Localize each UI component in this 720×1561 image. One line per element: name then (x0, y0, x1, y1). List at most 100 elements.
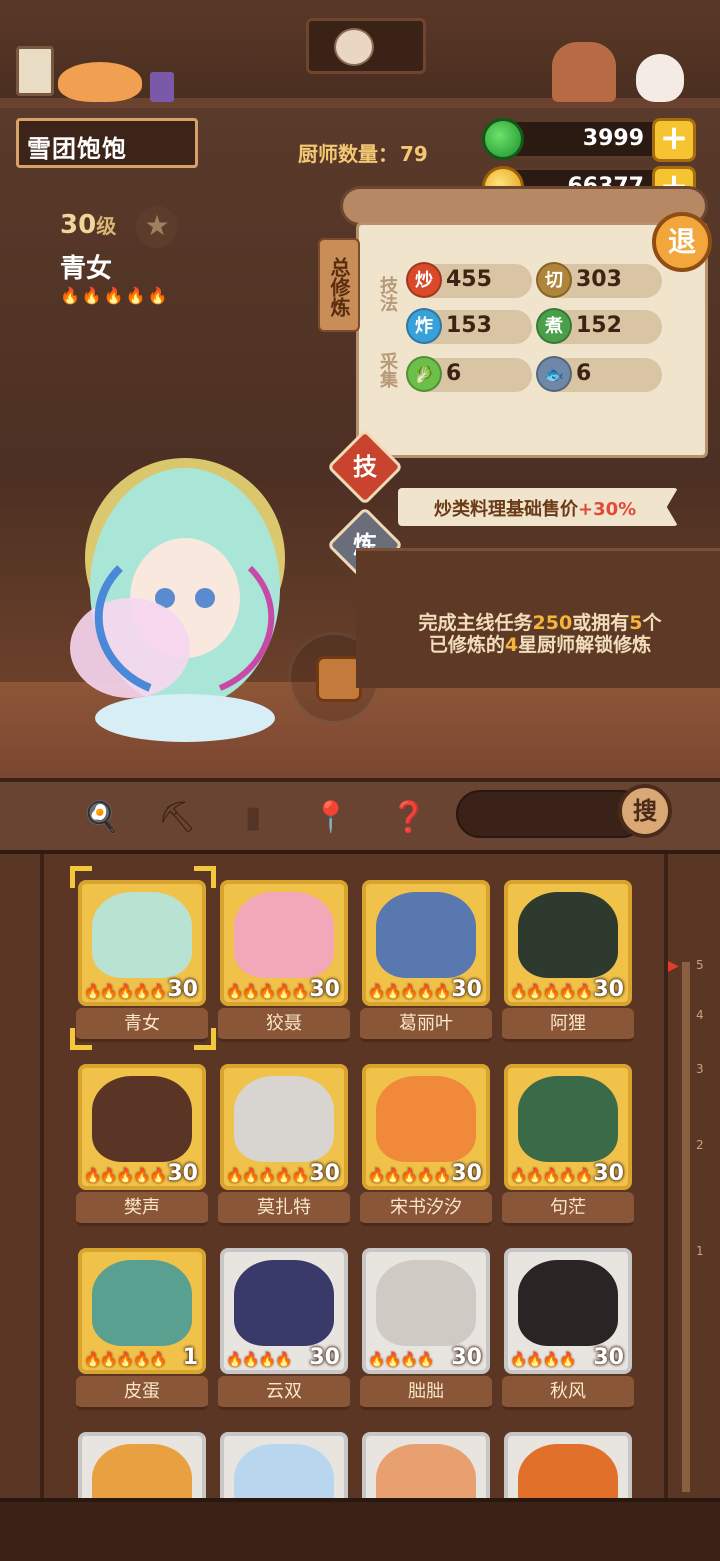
chef-card-level: 30 (451, 977, 482, 1002)
chef-card[interactable]: 🔥🔥🔥🔥🔥 30 (504, 1064, 632, 1190)
quit-button[interactable]: 退 (652, 212, 712, 272)
chef-card-name[interactable]: 皮蛋 (76, 1376, 208, 1410)
scale-mark-5: 5 (696, 958, 704, 972)
chef-card-name[interactable]: 樊声 (76, 1192, 208, 1226)
chef-card[interactable]: 🔥🔥🔥🔥 30 (220, 1248, 348, 1374)
orange-cat-decoration (58, 62, 142, 102)
chef-character[interactable] (60, 448, 310, 748)
fish-icon: 🐟 (536, 356, 572, 392)
map-question-icon[interactable]: ❓ (386, 796, 432, 840)
chef-card-name[interactable]: 句茫 (502, 1192, 634, 1226)
panel-rod (340, 186, 708, 226)
chef-card-level: 30 (167, 1161, 198, 1186)
chef-card-name[interactable]: 葛丽叶 (360, 1008, 492, 1042)
chef-card-flames: 🔥🔥🔥🔥🔥 (368, 984, 451, 1000)
shovel-filter-icon[interactable]: ⛏ (154, 796, 200, 840)
jar-filter-icon[interactable]: ▮ (230, 796, 276, 840)
chef-count-value: 79 (400, 142, 428, 166)
chef-card-name[interactable]: 青女 (76, 1008, 208, 1042)
jar-decoration (150, 72, 174, 102)
scale-mark-4: 4 (696, 1008, 704, 1022)
chef-count: 厨师数量： 79 (296, 138, 428, 167)
player-name[interactable]: 雪团饱饱 (16, 118, 198, 168)
chef-portrait (376, 1076, 476, 1162)
chef-card-flames: 🔥🔥🔥🔥🔥 (84, 1168, 167, 1184)
chef-portrait (518, 892, 618, 978)
chef-card[interactable]: 🔥🔥🔥🔥🔥 30 (78, 880, 206, 1006)
star-icon[interactable]: ★ (136, 206, 178, 248)
chef-card-level: 30 (593, 1345, 624, 1370)
search-button[interactable]: 搜 (618, 784, 672, 838)
chef-card-name[interactable]: 狡聂 (218, 1008, 350, 1042)
chef-card[interactable]: 🔥🔥🔥🔥🔥 30 (78, 1064, 206, 1190)
chef-level-unit: 级 (96, 214, 117, 238)
selection-corner (194, 1028, 216, 1050)
bonus-percent: +30% (578, 499, 637, 520)
chef-portrait (234, 1076, 334, 1162)
scale-mark-3: 3 (696, 1062, 704, 1076)
chef-card[interactable]: 🔥🔥🔥🔥🔥 30 (220, 880, 348, 1006)
location-filter-icon[interactable]: 📍 (308, 796, 354, 840)
spatula-filter-icon[interactable]: 🍳 (78, 796, 124, 840)
banner-portrait (334, 28, 374, 66)
chef-card-name[interactable]: 朏朏 (360, 1376, 492, 1410)
total-refine-tab[interactable]: 总修炼 (318, 238, 360, 332)
chef-card[interactable]: 🔥🔥🔥🔥🔥 30 (362, 880, 490, 1006)
stat-value: 153 (446, 313, 492, 338)
paw-frame-decoration (16, 46, 54, 96)
chef-portrait (92, 892, 192, 978)
chef-card-name[interactable]: 云双 (218, 1376, 350, 1410)
vegetable-icon: 🥬 (406, 356, 442, 392)
stat-value: 6 (446, 361, 462, 386)
chef-portrait (234, 1260, 334, 1346)
chef-card[interactable]: 🔥🔥🔥🔥🔥 30 (504, 880, 632, 1006)
chef-card[interactable]: 🔥🔥🔥🔥🔥 30 (362, 1064, 490, 1190)
chef-card-level: 30 (309, 1345, 340, 1370)
chef-card-name[interactable]: 秋风 (502, 1376, 634, 1410)
chef-card-name[interactable]: 阿狸 (502, 1008, 634, 1042)
chef-card[interactable]: 🔥🔥🔥🔥🔥 1 (78, 1248, 206, 1374)
left-rail (0, 854, 44, 1498)
stat-value: 303 (576, 267, 622, 292)
fry-icon: 炸 (406, 308, 442, 344)
chef-card-level: 1 (182, 1345, 198, 1370)
chef-name: 青女 (60, 254, 113, 284)
chef-level: 30级 (60, 210, 116, 240)
add-jade-button[interactable]: + (652, 118, 696, 162)
bottom-bar (0, 1498, 720, 1561)
chef-portrait (92, 1076, 192, 1162)
chef-card-name[interactable]: 莫扎特 (218, 1192, 350, 1226)
chef-portrait (376, 892, 476, 978)
chef-card[interactable]: 🔥🔥🔥🔥 30 (362, 1248, 490, 1374)
chef-card[interactable]: 🔥🔥🔥🔥 30 (504, 1248, 632, 1374)
stat-fry: 炸 153 (406, 308, 532, 344)
chef-card-flames: 🔥🔥🔥🔥🔥 (226, 984, 309, 1000)
stat-vegetable: 🥬 6 (406, 356, 532, 392)
chef-card-flames: 🔥🔥🔥🔥🔥 (84, 1352, 167, 1368)
skill-tab[interactable]: 技 (338, 440, 392, 494)
scale-mark-1: 1 (696, 1244, 704, 1258)
chef-card-level: 30 (309, 977, 340, 1002)
chef-card-flames: 🔥🔥🔥🔥 (226, 1352, 293, 1368)
bonus-bar: 炒类料理基础售价+30% (398, 488, 678, 526)
chef-card-flames: 🔥🔥🔥🔥 (368, 1352, 435, 1368)
scale-mark-2: 2 (696, 1138, 704, 1152)
chef-portrait (376, 1260, 476, 1346)
chef-portrait (518, 1260, 618, 1346)
rarity-scale (682, 962, 690, 1492)
chef-card-level: 30 (593, 977, 624, 1002)
selection-corner (70, 1028, 92, 1050)
chef-card-flames: 🔥🔥🔥🔥 (510, 1352, 577, 1368)
chef-level-number: 30 (60, 210, 97, 240)
skill-group-label: 技法 (377, 276, 398, 312)
jade-value: 3999 (582, 126, 644, 151)
stat-cut: 切 303 (536, 262, 662, 298)
chef-card[interactable]: 🔥🔥🔥🔥🔥 30 (220, 1064, 348, 1190)
chef-card-name[interactable]: 宋书汐汐 (360, 1192, 492, 1226)
stat-fish: 🐟 6 (536, 356, 662, 392)
bonus-text: 炒类料理基础售价 (434, 499, 578, 520)
stat-stir-fry: 炒 455 (406, 262, 532, 298)
stat-value: 152 (576, 313, 622, 338)
chef-figure-decoration (552, 42, 616, 102)
stat-value: 455 (446, 267, 492, 292)
